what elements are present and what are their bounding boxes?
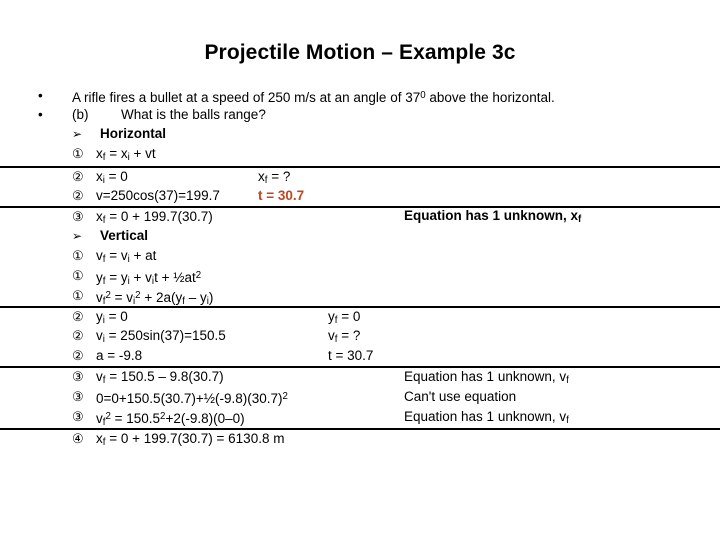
vertical-row-7-left: vf = 150.5 – 9.8(30.7) bbox=[96, 369, 224, 388]
v-row9-left-tail: = 150.5 bbox=[110, 411, 161, 427]
marker-h-eq1: ① bbox=[72, 146, 84, 161]
v-eq3-c: + 2a(y bbox=[140, 290, 183, 306]
v-row9-right: Equation has 1 unknown, v bbox=[404, 409, 567, 424]
vertical-row-10-answer: xf = 0 + 199.7(30.7) = 6130.8 m bbox=[96, 431, 284, 450]
divider-rule-4 bbox=[0, 366, 720, 368]
h-eq1-a: = x bbox=[105, 146, 128, 161]
v-eq2-d: t + ½at bbox=[154, 270, 196, 286]
v-eq3-a: v bbox=[96, 290, 103, 306]
horizontal-row-2-mid: xf = ? bbox=[258, 169, 290, 188]
slide-canvas: Projectile Motion – Example 3c • A rifle… bbox=[0, 0, 720, 540]
vertical-row-6-mid: t = 30.7 bbox=[328, 348, 374, 363]
horizontal-row-4-left: xf = 0 + 199.7(30.7) bbox=[96, 209, 213, 228]
intro-line-1: A rifle fires a bullet at a speed of 250… bbox=[72, 88, 555, 105]
h-row2-mid: x bbox=[258, 169, 265, 184]
v-eq1-a: v bbox=[96, 248, 103, 263]
divider-rule-1 bbox=[0, 166, 720, 168]
vertical-row-8-note: Can't use equation bbox=[404, 389, 517, 404]
arrow-bullet-horizontal: ➢ bbox=[72, 127, 83, 141]
marker-v-eq1: ① bbox=[72, 248, 84, 263]
vertical-row-4-left: yi = 0 bbox=[96, 309, 128, 328]
v-row5-mid: v bbox=[328, 328, 335, 343]
marker-h-row4: ③ bbox=[72, 209, 84, 224]
v-row4-mid: y bbox=[328, 309, 335, 324]
v-row10-left: x bbox=[96, 431, 103, 446]
h-row4-left: x bbox=[96, 209, 103, 224]
heading-vertical: Vertical bbox=[100, 228, 149, 243]
marker-v-eq3: ① bbox=[72, 288, 84, 303]
v-row7-right-sub: f bbox=[566, 375, 569, 387]
intro-line-2-label: (b) bbox=[72, 107, 89, 122]
v-row9-left: v bbox=[96, 411, 103, 427]
h-eq1-b: + vt bbox=[129, 146, 156, 161]
v-eq2-d-sup: 2 bbox=[195, 270, 202, 281]
horizontal-row-2-left: xi = 0 bbox=[96, 169, 128, 188]
v-row7-left: v bbox=[96, 369, 103, 384]
marker-v-row7: ③ bbox=[72, 369, 84, 384]
intro-line-2-text: What is the balls range? bbox=[121, 107, 266, 122]
divider-rule-2 bbox=[0, 206, 720, 208]
marker-h-row2: ② bbox=[72, 169, 84, 184]
vertical-equation-1: vf = vi + at bbox=[96, 248, 156, 267]
h-row4-right: Equation has 1 unknown, x bbox=[404, 208, 579, 223]
divider-rule-5 bbox=[0, 428, 720, 430]
v-row5-mid-tail: = ? bbox=[337, 328, 361, 343]
marker-v-row9: ③ bbox=[72, 409, 84, 424]
vertical-row-6-left: a = -9.8 bbox=[96, 348, 143, 363]
intro-line-1-text: A rifle fires a bullet at a speed of 250… bbox=[72, 90, 421, 106]
v-eq2-c: + v bbox=[129, 270, 152, 286]
v-eq3-b: = v bbox=[110, 290, 133, 306]
v-eq2-b: = y bbox=[105, 270, 128, 286]
v-row4-left: y bbox=[96, 309, 103, 324]
vertical-row-4-mid: yf = 0 bbox=[328, 309, 360, 328]
horizontal-equation-1: xf = xi + vt bbox=[96, 146, 156, 165]
v-row5-left-tail: = 250sin(37)=150.5 bbox=[104, 328, 226, 343]
h-row4-left-tail: = 0 + 199.7(30.7) bbox=[105, 209, 213, 224]
marker-v-row5: ② bbox=[72, 328, 84, 343]
arrow-bullet-vertical: ➢ bbox=[72, 229, 83, 243]
h-row2-left: x bbox=[96, 169, 103, 184]
v-row10-left-tail: = 0 + 199.7(30.7) = 6130.8 m bbox=[105, 431, 285, 446]
v-eq1-b: = v bbox=[105, 248, 128, 263]
horizontal-row-3-time-highlight: t = 30.7 bbox=[258, 188, 305, 203]
v-row9-left-tail2: +2(-9.8)(0–0) bbox=[165, 411, 245, 427]
heading-horizontal: Horizontal bbox=[100, 126, 166, 141]
vertical-row-8-left: 0=0+150.5(30.7)+½(-9.8)(30.7)2 bbox=[96, 389, 288, 406]
horizontal-row-3-left: v=250cos(37)=199.7 bbox=[96, 188, 220, 203]
marker-h-row3: ② bbox=[72, 188, 84, 203]
v-row8-left: 0=0+150.5(30.7)+½(-9.8)(30.7) bbox=[96, 391, 283, 407]
marker-v-row10: ④ bbox=[72, 431, 84, 446]
vertical-equation-2: yf = yi + vit + ½at2 bbox=[96, 268, 201, 289]
v-eq3-d: – y bbox=[184, 290, 207, 306]
vertical-row-5-mid: vf = ? bbox=[328, 328, 360, 347]
v-row7-left-tail: = 150.5 – 9.8(30.7) bbox=[105, 369, 224, 384]
bullet-glyph-1: • bbox=[38, 88, 43, 103]
v-row4-left-tail: = 0 bbox=[104, 309, 128, 324]
v-row5-left: v bbox=[96, 328, 103, 343]
v-row9-right-sub: f bbox=[566, 415, 569, 427]
v-row4-mid-tail: = 0 bbox=[337, 309, 361, 324]
v-eq2-a: y bbox=[96, 270, 103, 286]
intro-line-1-tail: above the horizontal. bbox=[425, 90, 555, 106]
v-eq3-e: ) bbox=[208, 290, 214, 306]
h-eq1-lhs: x bbox=[96, 146, 103, 161]
v-row7-right: Equation has 1 unknown, v bbox=[404, 369, 567, 384]
vertical-row-9-note: Equation has 1 unknown, vf bbox=[404, 409, 569, 428]
marker-v-row4: ② bbox=[72, 309, 84, 324]
h-row4-right-sub: f bbox=[578, 214, 582, 226]
marker-v-row6: ② bbox=[72, 348, 84, 363]
h-row2-mid-tail: = ? bbox=[267, 169, 291, 184]
page-title: Projectile Motion – Example 3c bbox=[204, 41, 516, 64]
h-row2-left-tail: = 0 bbox=[104, 169, 128, 184]
horizontal-row-4-note: Equation has 1 unknown, xf bbox=[404, 208, 581, 227]
marker-v-eq2: ① bbox=[72, 268, 84, 283]
vertical-row-5-left: vi = 250sin(37)=150.5 bbox=[96, 328, 226, 347]
vertical-row-7-note: Equation has 1 unknown, vf bbox=[404, 369, 569, 388]
marker-v-row8: ③ bbox=[72, 389, 84, 404]
divider-rule-3 bbox=[0, 306, 720, 308]
bullet-glyph-2: • bbox=[38, 107, 43, 122]
v-row8-left-sup: 2 bbox=[282, 391, 288, 402]
v-eq1-c: + at bbox=[129, 248, 157, 263]
